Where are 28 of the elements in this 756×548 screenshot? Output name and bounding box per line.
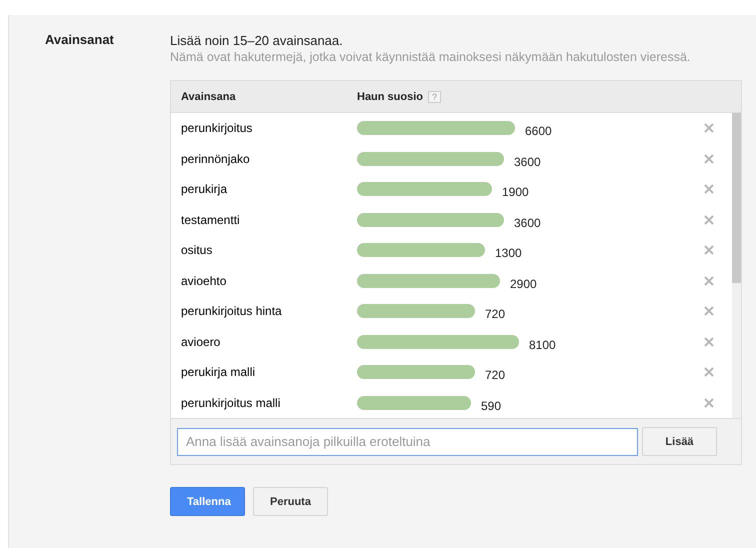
keyword-cell-text: perinnönjako xyxy=(180,152,251,166)
volume-cell: 720 xyxy=(485,368,506,382)
keyword-cell-text: ositus xyxy=(180,243,214,258)
keyword-cell-text: avioehto xyxy=(180,274,228,288)
volume-cell: 3600 xyxy=(514,154,541,169)
volume-cell: 590 xyxy=(481,398,502,413)
cancel-button[interactable]: Peruuta xyxy=(253,487,328,516)
section-label: Avainsanat xyxy=(44,32,115,49)
volume-cell: 1300 xyxy=(495,246,522,260)
intro-text: Lisää noin 15–20 avainsanaa. xyxy=(170,32,344,49)
hint-text: Nämä ovat hakutermejä, jotka voivat käynnistää mainoksesi näkymään hakutulosten vieressä. xyxy=(170,49,692,66)
add-button[interactable]: Lisää xyxy=(642,427,717,456)
column-header: Avainsana xyxy=(180,90,237,102)
keyword-cell-text: perunkirjoitus xyxy=(180,121,254,136)
keyword-cell-text: perukirja xyxy=(180,182,228,196)
volume-cell: 3600 xyxy=(514,216,541,230)
keyword-cell-text: avioero xyxy=(180,334,222,349)
keyword-cell-text: perunkirjoitus hinta xyxy=(180,304,283,318)
volume-cell: 6600 xyxy=(525,124,552,138)
volume-cell: 720 xyxy=(485,307,506,322)
volume-cell: 2900 xyxy=(510,276,537,291)
keyword-input[interactable]: Anna lisää avainsanoja pilkuilla eroteltuina xyxy=(177,428,638,456)
volume-cell: 1900 xyxy=(502,185,529,200)
keyword-cell-text: testamentti xyxy=(180,212,241,227)
keyword-cell-text: perunkirjoitus malli xyxy=(180,396,282,410)
volume-cell: 8100 xyxy=(529,338,556,352)
keyword-cell-text: perukirja malli xyxy=(180,365,256,380)
column-header: Haun suosio xyxy=(357,90,424,102)
